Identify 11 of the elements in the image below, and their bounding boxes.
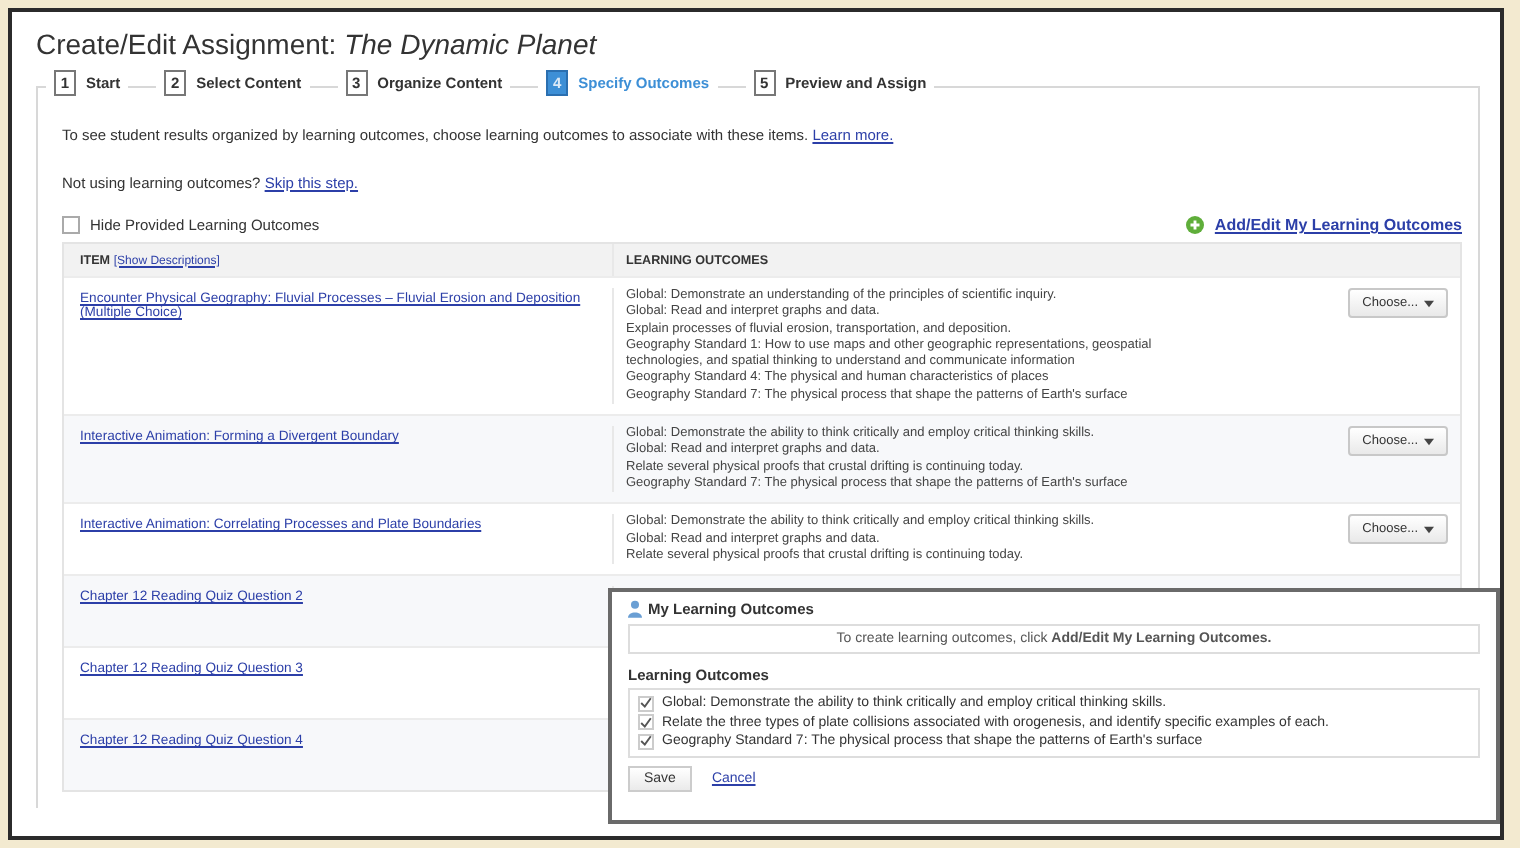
outcome-checkbox[interactable] xyxy=(638,733,654,750)
outcome-checkbox[interactable] xyxy=(638,714,654,731)
outcome-checkbox[interactable] xyxy=(638,695,654,712)
page-title: Create/Edit Assignment: The Dynamic Planet xyxy=(36,28,599,60)
caret-icon xyxy=(1424,299,1434,307)
add-edit-link[interactable]: Add/Edit My Learning Outcomes xyxy=(1214,216,1462,234)
caret-icon xyxy=(1424,525,1434,534)
add-icon xyxy=(1186,216,1205,234)
hide-checkbox[interactable] xyxy=(62,216,80,234)
caret-icon xyxy=(1424,437,1434,446)
person-icon xyxy=(628,600,642,618)
